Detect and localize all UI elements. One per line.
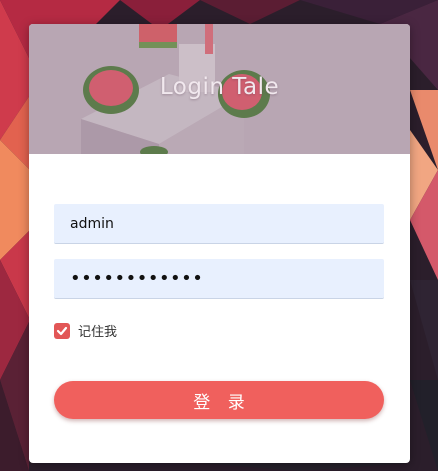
remember-checkbox[interactable] bbox=[54, 322, 70, 339]
check-icon bbox=[56, 326, 68, 335]
login-card: Login Tale •••••••••••• 记住我 登 录 bbox=[29, 24, 410, 463]
login-banner: Login Tale bbox=[29, 24, 410, 154]
password-field[interactable]: •••••••••••• bbox=[54, 259, 384, 299]
banner-title: Login Tale bbox=[159, 74, 280, 100]
password-input[interactable]: •••••••••••• bbox=[70, 268, 203, 289]
remember-label: 记住我 bbox=[78, 325, 118, 340]
login-button[interactable]: 登 录 bbox=[54, 381, 384, 419]
username-input[interactable] bbox=[70, 215, 368, 232]
username-field[interactable] bbox=[54, 204, 384, 244]
remember-me[interactable]: 记住我 bbox=[54, 321, 117, 340]
